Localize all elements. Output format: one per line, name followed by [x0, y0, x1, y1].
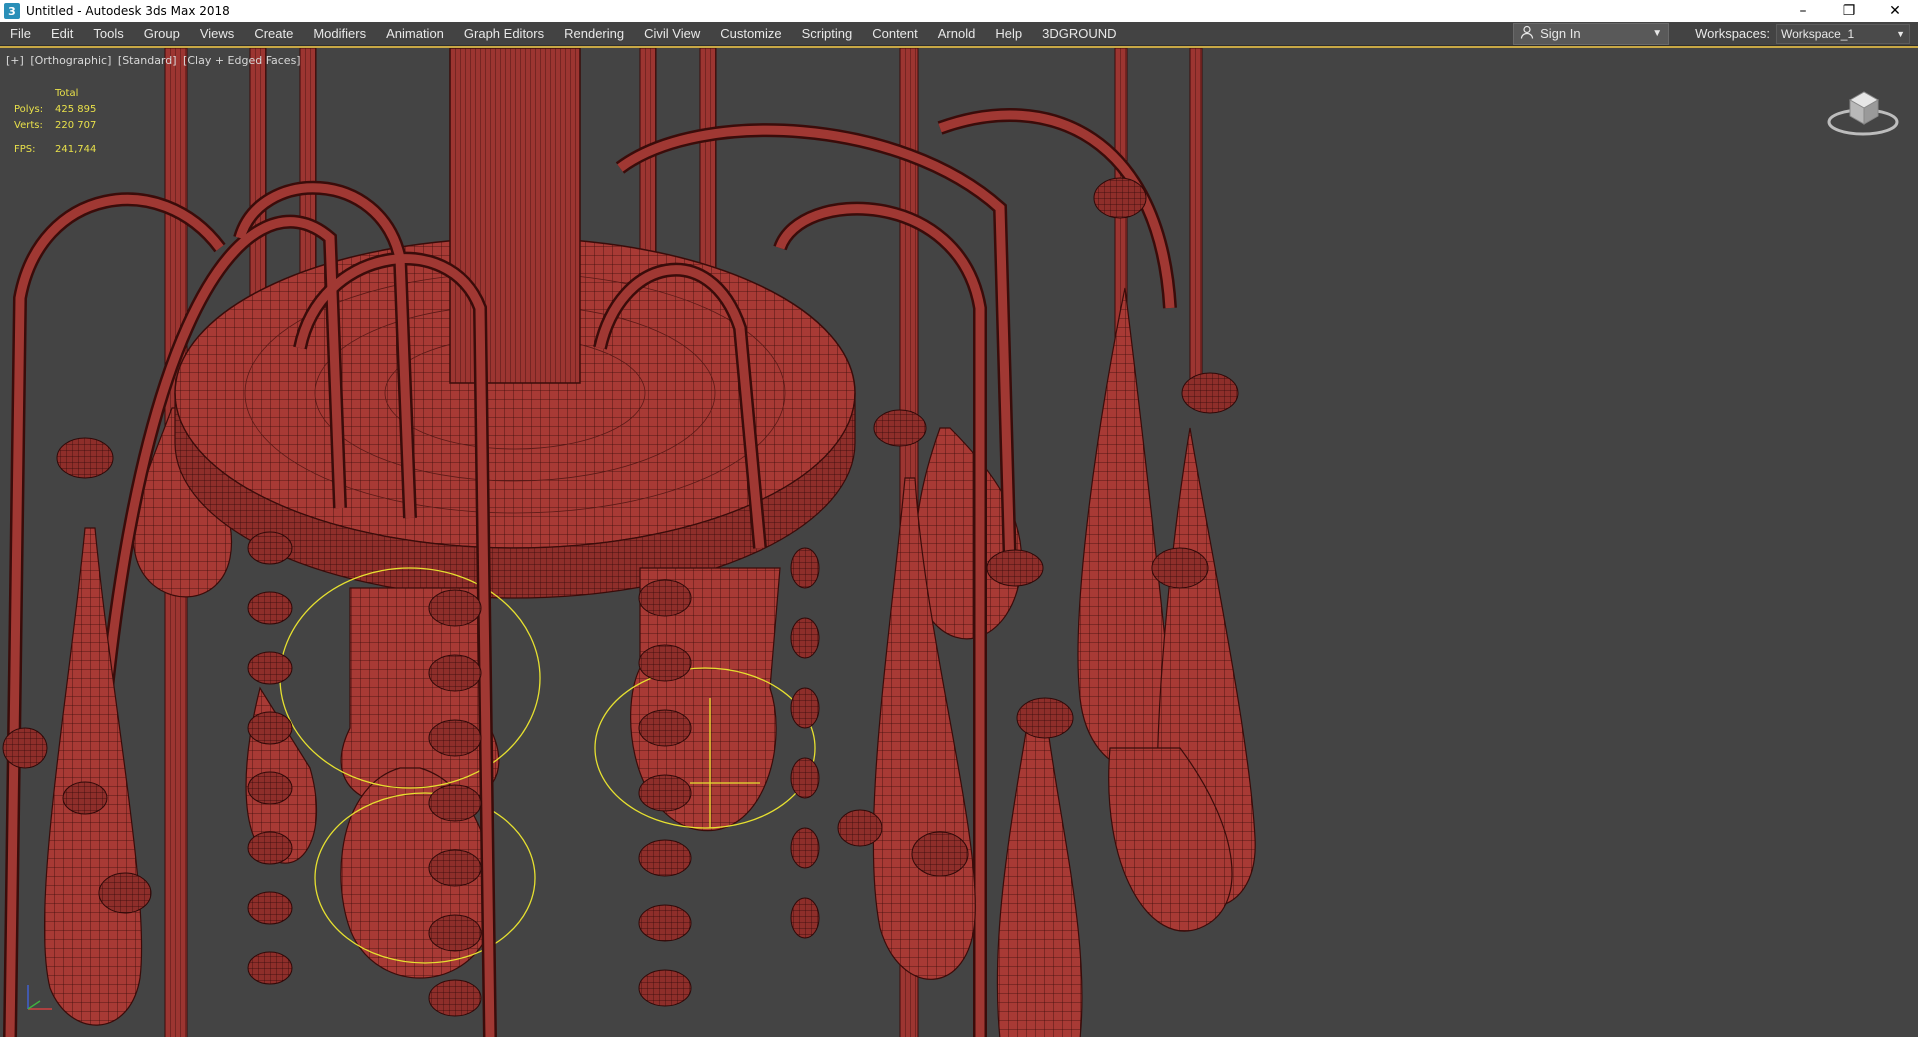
user-icon — [1520, 25, 1534, 42]
menu-edit[interactable]: Edit — [41, 22, 83, 46]
menu-3dground[interactable]: 3DGROUND — [1032, 22, 1126, 46]
central-column — [449, 48, 581, 384]
menu-customize[interactable]: Customize — [710, 22, 791, 46]
menu-create[interactable]: Create — [244, 22, 303, 46]
stats-polys: Polys: 425 895 — [14, 101, 96, 117]
polys-value: 425 895 — [55, 103, 97, 115]
sign-in-button[interactable]: Sign In ▼ — [1513, 22, 1670, 45]
menu-file[interactable]: File — [0, 22, 41, 46]
viewport-shading-standard[interactable]: [Standard] — [118, 54, 177, 67]
chevron-down-icon: ▼ — [1896, 28, 1905, 39]
menu-modifiers[interactable]: Modifiers — [303, 22, 376, 46]
menu-help[interactable]: Help — [985, 22, 1032, 46]
menu-graph-editors[interactable]: Graph Editors — [454, 22, 554, 46]
chevron-down-icon: ▼ — [1652, 28, 1663, 39]
perspective-viewport[interactable]: [+] [Orthographic] [Standard] [Clay + Ed… — [0, 46, 1918, 1037]
stats-verts: Verts: 220 707 — [14, 117, 96, 133]
fps-value: 241,744 — [55, 143, 97, 155]
title-bar: 3 Untitled - Autodesk 3ds Max 2018 – ❐ ✕ — [0, 0, 1918, 22]
menu-views[interactable]: Views — [190, 22, 244, 46]
app-icon: 3 — [4, 3, 20, 19]
verts-label: Verts: — [14, 119, 43, 131]
axis-tripod-icon — [27, 985, 52, 1010]
workspace-select[interactable]: Workspace_1 ▼ — [1776, 23, 1910, 44]
menu-scripting[interactable]: Scripting — [792, 22, 863, 46]
lower-bulbs — [340, 567, 781, 979]
sign-in-label: Sign In — [1540, 26, 1581, 41]
viewport-visual-style[interactable]: [Clay + Edged Faces] — [183, 54, 301, 67]
menu-tools[interactable]: Tools — [83, 22, 133, 46]
menu-arnold[interactable]: Arnold — [928, 22, 986, 46]
fps-label: FPS: — [14, 143, 36, 155]
verts-value: 220 707 — [55, 119, 97, 131]
viewcube-icon[interactable] — [1826, 80, 1900, 140]
workspaces-label: Workspaces: — [1695, 26, 1770, 41]
menu-animation[interactable]: Animation — [376, 22, 454, 46]
viewport-label-menu[interactable]: [+] [Orthographic] [Standard] [Clay + Ed… — [6, 54, 304, 67]
menu-rendering[interactable]: Rendering — [554, 22, 634, 46]
chandelier-model[interactable] — [0, 48, 1918, 1037]
statistics-overlay: Total Polys: 425 895 Verts: 220 707 FPS:… — [14, 85, 96, 157]
menu-civil-view[interactable]: Civil View — [634, 22, 710, 46]
polys-label: Polys: — [14, 103, 44, 115]
stats-gap — [14, 133, 96, 141]
viewport-general-menu[interactable]: [+] — [6, 54, 24, 67]
menu-group[interactable]: Group — [134, 22, 190, 46]
workspace-value: Workspace_1 — [1781, 26, 1855, 41]
window-title: Untitled - Autodesk 3ds Max 2018 — [26, 4, 230, 18]
viewport-point-of-view[interactable]: [Orthographic] — [30, 54, 111, 67]
minimize-button[interactable]: – — [1780, 0, 1826, 22]
stats-header: Total — [55, 87, 79, 99]
stats-fps: FPS: 241,744 — [14, 141, 96, 157]
restore-button[interactable]: ❐ — [1826, 0, 1872, 22]
close-button[interactable]: ✕ — [1872, 0, 1918, 22]
menu-bar: File Edit Tools Group Views Create Modif… — [0, 22, 1918, 46]
menu-content[interactable]: Content — [862, 22, 928, 46]
